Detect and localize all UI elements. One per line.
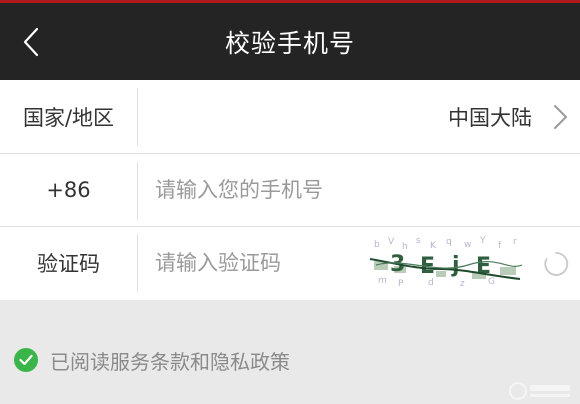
svg-text:Y: Y bbox=[479, 236, 486, 246]
title-bar: 校验手机号 bbox=[0, 0, 580, 80]
phone-field-wrap bbox=[155, 153, 545, 226]
svg-text:V: V bbox=[388, 237, 395, 247]
agreement[interactable]: 已阅读服务条款和隐私政策 bbox=[14, 343, 290, 377]
chevron-right-icon bbox=[554, 105, 567, 129]
verify-form: 国家/地区 中国大陆 +86 验证码 bVh sKq wYf rmP dzG bbox=[0, 80, 580, 300]
watermark-logo bbox=[509, 382, 570, 400]
svg-text:r: r bbox=[513, 237, 517, 247]
refresh-icon[interactable] bbox=[542, 250, 570, 278]
page-title: 校验手机号 bbox=[224, 28, 355, 58]
svg-text:d: d bbox=[428, 278, 434, 288]
svg-text:h: h bbox=[402, 242, 408, 252]
agreement-text: 已阅读服务条款和隐私政策 bbox=[50, 349, 290, 374]
phone-row: +86 bbox=[0, 153, 580, 226]
svg-text:z: z bbox=[460, 279, 465, 289]
svg-text:w: w bbox=[464, 240, 471, 250]
country-code[interactable]: +86 bbox=[0, 153, 137, 226]
svg-text:s: s bbox=[416, 236, 421, 246]
svg-text:q: q bbox=[446, 237, 452, 247]
region-value: 中国大陆 bbox=[448, 105, 532, 130]
check-icon bbox=[19, 354, 33, 366]
svg-text:b: b bbox=[374, 240, 380, 250]
svg-text:m: m bbox=[378, 276, 387, 286]
captcha-input[interactable] bbox=[155, 250, 355, 275]
region-label: 国家/地区 bbox=[22, 105, 115, 130]
region-row[interactable]: 国家/地区 中国大陆 bbox=[0, 80, 580, 153]
captcha-label: 验证码 bbox=[37, 251, 100, 276]
captcha-field-wrap bbox=[155, 226, 355, 299]
agreement-checkbox[interactable] bbox=[14, 348, 38, 372]
captcha-image[interactable]: bVh sKq wYf rm P dzG 3E jE bbox=[368, 235, 524, 289]
phone-input[interactable] bbox=[155, 177, 545, 202]
svg-text:P: P bbox=[398, 279, 404, 289]
svg-text:j: j bbox=[451, 253, 460, 278]
captcha-row: 验证码 bVh sKq wYf rmP dzG 3E jE bbox=[0, 226, 580, 299]
